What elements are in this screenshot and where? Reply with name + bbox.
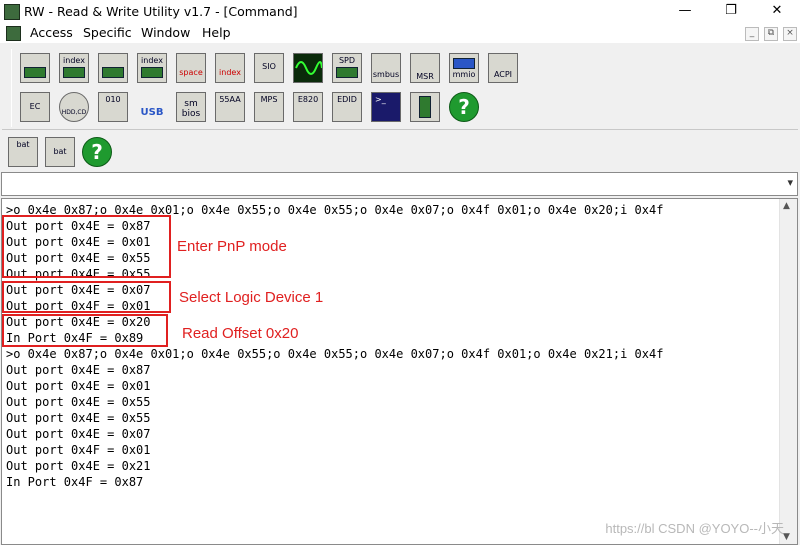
smbios-icon[interactable]: sm bios (176, 92, 206, 122)
console-prompt: >_ (375, 95, 386, 104)
pci-card-icon[interactable] (410, 92, 440, 122)
sio-label: SIO (262, 62, 276, 71)
acpi-icon[interactable]: ACPI (488, 53, 518, 83)
close-button[interactable]: ✕ (754, 0, 800, 23)
memory-index-label: index (141, 56, 163, 65)
mdi-restore-button[interactable]: ⧉ (764, 27, 778, 41)
batch-toolbar: bat bat ? (0, 130, 800, 172)
usb-label: USB (140, 107, 164, 118)
console-line: Out port 0x4E = 0x07 (6, 427, 151, 441)
usb-icon[interactable]: USB (137, 92, 167, 122)
e820-icon[interactable]: E820 (293, 92, 323, 122)
binary-file-icon[interactable]: 010 (98, 92, 128, 122)
child-window-icon[interactable] (6, 26, 21, 41)
edid-label: EDID (337, 95, 357, 104)
scroll-down-icon[interactable]: ▼ (783, 532, 790, 542)
ec-label: EC (29, 102, 41, 111)
mps-label: MPS (260, 95, 278, 104)
pci-icon[interactable] (20, 53, 50, 83)
e820-label: E820 (297, 95, 319, 104)
console-line: Out port 0x4F = 0x01 (6, 443, 151, 457)
msr-icon[interactable]: MSR (410, 53, 440, 83)
binary-file-label: 010 (105, 95, 121, 104)
menu-help[interactable]: Help (202, 25, 231, 40)
memory-icon[interactable] (98, 53, 128, 83)
spd-label: SPD (338, 56, 356, 65)
console-line: Out port 0x4E = 0x55 (6, 411, 151, 425)
console-line: >o 0x4e 0x87;o 0x4e 0x01;o 0x4e 0x55;o 0… (6, 347, 664, 361)
rom-55aa-label: 55AA (219, 95, 241, 104)
menu-bar: Access Specific Window Help _ ⧉ × (0, 23, 800, 43)
note-select-device: Select Logic Device 1 (179, 289, 324, 306)
ec-icon[interactable]: EC (20, 92, 50, 122)
spd-icon[interactable]: SPD (332, 53, 362, 83)
menu-specific[interactable]: Specific (83, 25, 132, 40)
toolbar-frame: index index space index SIO SPD smbus MS… (11, 49, 518, 127)
sio-icon[interactable]: SIO (254, 53, 284, 83)
help-icon[interactable]: ? (449, 92, 479, 122)
chevron-down-icon[interactable]: ▾ (787, 176, 793, 189)
hdd-cd-icon[interactable]: HDD,CD (59, 92, 89, 122)
acpi-label: ACPI (493, 70, 513, 79)
window-title: RW - Read & Write Utility v1.7 - [Comman… (24, 4, 298, 19)
waveform-icon[interactable] (293, 53, 323, 83)
rom-55aa-icon[interactable]: 55AA (215, 92, 245, 122)
app-icon (4, 4, 20, 20)
minimize-button[interactable]: — (662, 0, 708, 23)
pci-index-label: index (63, 56, 85, 65)
smbus-icon[interactable]: smbus (371, 53, 401, 83)
menu-access[interactable]: Access (30, 25, 73, 40)
io-space-icon[interactable]: space (176, 53, 206, 83)
console-line: Out port 0x4E = 0x55 (6, 395, 151, 409)
memory-chip (102, 67, 124, 78)
mdi-close-button[interactable]: × (783, 27, 797, 41)
console-icon[interactable]: >_ (371, 92, 401, 122)
main-toolbar: index index space index SIO SPD smbus MS… (2, 43, 798, 130)
pci-chip (24, 67, 46, 78)
mdi-minimize-button[interactable]: _ (745, 27, 759, 41)
msr-label: MSR (416, 72, 434, 81)
pci-index-chip (63, 67, 85, 78)
mps-icon[interactable]: MPS (254, 92, 284, 122)
console-line: Out port 0x4E = 0x01 (6, 379, 151, 393)
save-batch-icon[interactable]: bat (8, 137, 38, 167)
mmio-chip (453, 58, 475, 69)
console-line: Out port 0x4E = 0x21 (6, 459, 151, 473)
console-line: Out port 0x4E = 0x87 (6, 363, 151, 377)
smbus-label: smbus (372, 70, 400, 79)
command-input[interactable]: ▾ (1, 172, 798, 196)
mmio-icon[interactable]: mmio (449, 53, 479, 83)
memory-index-chip (141, 67, 163, 78)
smbios-label: sm bios (181, 99, 201, 119)
wave-graphic (295, 61, 322, 75)
batch-help-icon[interactable]: ? (82, 137, 112, 167)
batch-file-icon[interactable]: bat (45, 137, 75, 167)
maximize-button[interactable]: ❐ (708, 0, 754, 23)
save-batch-label: bat (16, 140, 30, 149)
pci-card-chip (419, 96, 431, 118)
watermark: https://bl CSDN @YOYO--小天 (605, 521, 784, 536)
pnp-mode-box (2, 215, 171, 278)
mmio-label: mmio (452, 70, 476, 79)
note-enter-pnp: Enter PnP mode (177, 238, 287, 255)
batch-file-label: bat (53, 147, 67, 156)
scroll-up-icon[interactable]: ▲ (783, 201, 790, 211)
note-read-offset: Read Offset 0x20 (182, 325, 299, 342)
memory-index-icon[interactable]: index (137, 53, 167, 83)
pci-index-icon[interactable]: index (59, 53, 89, 83)
spd-chip (336, 67, 358, 78)
console-line: In Port 0x4F = 0x87 (6, 475, 144, 489)
io-index-icon[interactable]: index (215, 53, 245, 83)
menu-window[interactable]: Window (141, 25, 190, 40)
edid-icon[interactable]: EDID (332, 92, 362, 122)
read-offset-box (2, 314, 168, 347)
vertical-scrollbar[interactable]: ▲ ▼ (779, 199, 797, 544)
io-space-label: space (179, 68, 203, 77)
logic-device-box (2, 281, 171, 313)
io-index-label: index (219, 68, 241, 77)
title-bar: RW - Read & Write Utility v1.7 - [Comman… (0, 0, 800, 23)
hdd-cd-label: HDD,CD (61, 109, 87, 116)
